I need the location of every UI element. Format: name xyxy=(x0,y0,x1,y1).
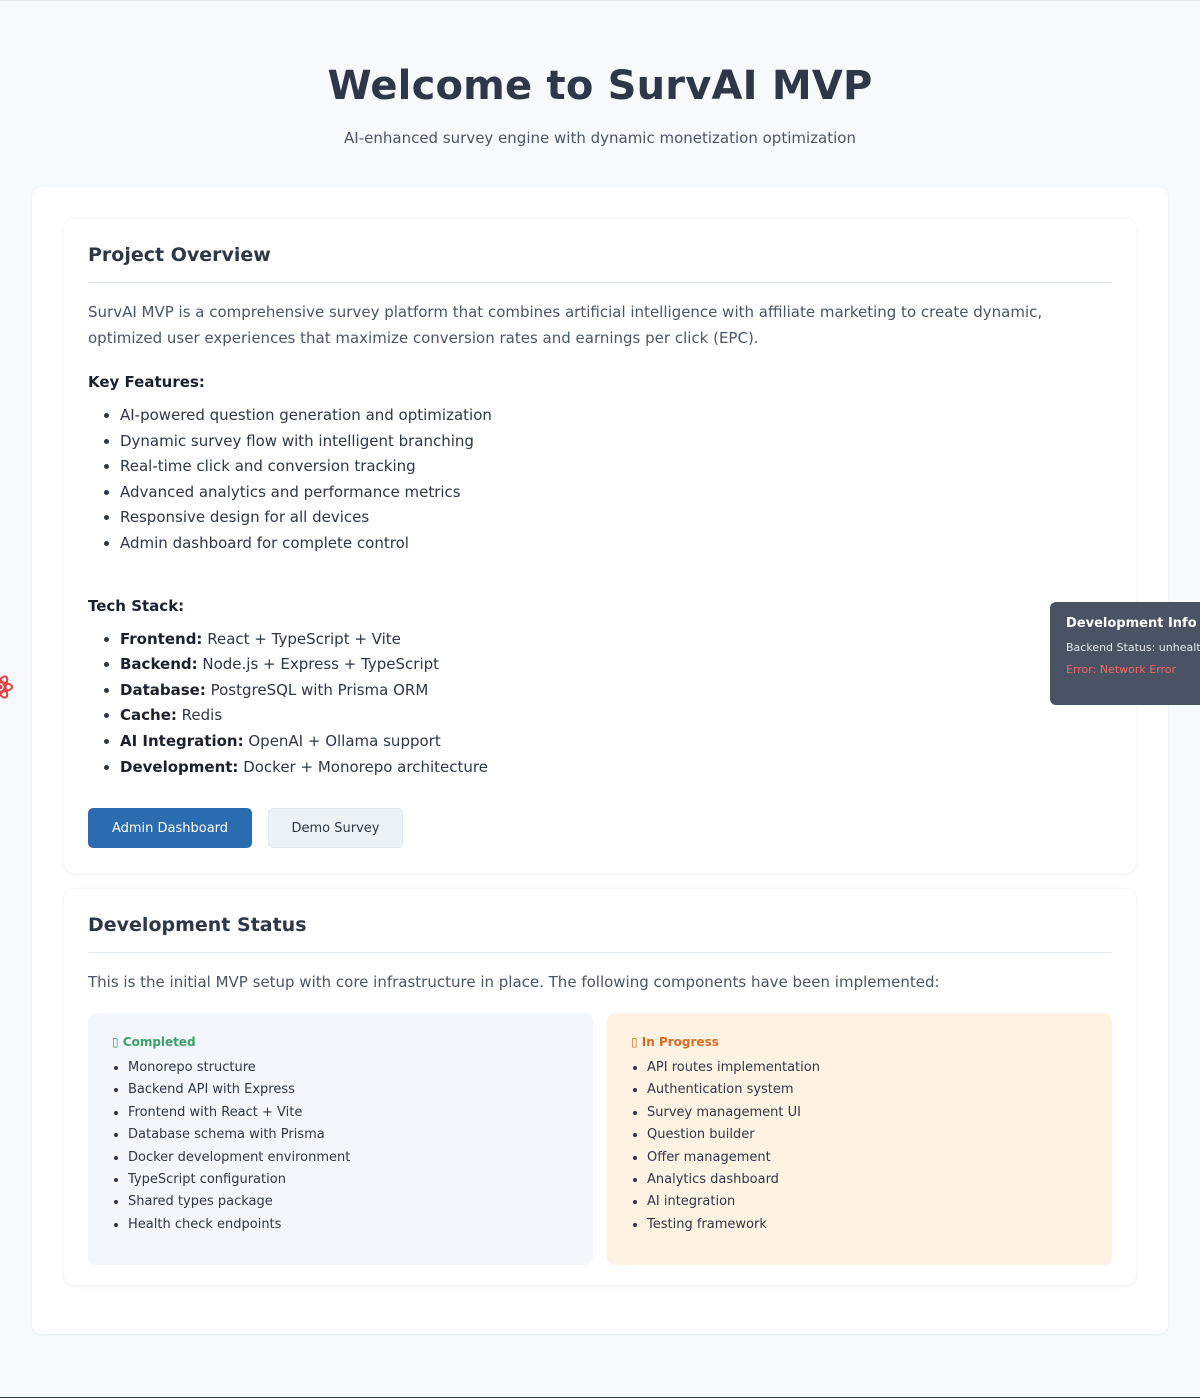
list-item: AI integration xyxy=(647,1191,1088,1213)
list-item: Health check endpoints xyxy=(128,1214,569,1236)
tech-item-label: Database: xyxy=(120,680,206,699)
key-features-list: AI-powered question generation and optim… xyxy=(88,403,1112,557)
feature-item: Real-time click and conversion tracking xyxy=(120,454,1112,480)
react-atom-icon-graphic xyxy=(0,675,13,699)
list-item: Backend API with Express xyxy=(128,1079,569,1101)
page-subtitle: AI-enhanced survey engine with dynamic m… xyxy=(344,129,856,147)
tech-item-value: React + TypeScript + Vite xyxy=(207,629,401,648)
tech-item: Development: Docker + Monorepo architect… xyxy=(120,755,1112,781)
feature-item: Admin dashboard for complete control xyxy=(120,531,1112,557)
project-overview-intro: SurvAI MVP is a comprehensive survey pla… xyxy=(88,303,1043,347)
feature-item: AI-powered question generation and optim… xyxy=(120,403,1112,429)
list-item: Frontend with React + Vite xyxy=(128,1102,569,1124)
completed-list: Monorepo structure Backend API with Expr… xyxy=(112,1057,569,1236)
feature-item: Advanced analytics and performance metri… xyxy=(120,480,1112,506)
list-item: Testing framework xyxy=(647,1214,1088,1236)
tech-item: AI Integration: OpenAI + Ollama support xyxy=(120,729,1112,755)
development-info-title: Development Info xyxy=(1066,616,1197,631)
tech-item-label: Development: xyxy=(120,757,239,776)
list-item: Shared types package xyxy=(128,1191,569,1213)
tech-item-value: Redis xyxy=(181,706,223,725)
completed-box: ▯ Completed Monorepo structure Backend A… xyxy=(88,1013,593,1265)
tech-item-value: PostgreSQL with Prisma ORM xyxy=(210,680,429,699)
tech-item-value: Docker + Monorepo architecture xyxy=(243,757,488,776)
list-item: Survey management UI xyxy=(647,1102,1088,1124)
tech-item: Backend: Node.js + Express + TypeScript xyxy=(120,652,1112,678)
list-item: Question builder xyxy=(647,1124,1088,1146)
tech-item-label: Cache: xyxy=(120,706,177,725)
hero-header: Welcome to SurvAI MVP AI-enhanced survey… xyxy=(0,1,1200,147)
feature-item: Responsive design for all devices xyxy=(120,505,1112,531)
development-info-panel: Development Info Backend Status: unhealt… xyxy=(1050,602,1200,705)
completed-title: ▯ Completed xyxy=(112,1035,196,1049)
list-item: API routes implementation xyxy=(647,1057,1088,1079)
tech-stack-list: Frontend: React + TypeScript + Vite Back… xyxy=(88,627,1112,781)
tech-item-label: Frontend: xyxy=(120,629,203,648)
development-status-card: Development Status This is the initial M… xyxy=(64,889,1136,1285)
status-grid: ▯ Completed Monorepo structure Backend A… xyxy=(88,1013,1112,1265)
tech-item-value: OpenAI + Ollama support xyxy=(248,731,441,750)
admin-dashboard-button[interactable]: Admin Dashboard xyxy=(88,808,252,849)
list-item: Database schema with Prisma xyxy=(128,1124,569,1146)
development-status-heading: Development Status xyxy=(88,889,1112,953)
development-status-intro: This is the initial MVP setup with core … xyxy=(88,973,940,991)
action-buttons: Admin Dashboard Demo Survey xyxy=(88,808,1112,849)
tech-item-label: Backend: xyxy=(120,655,198,674)
in-progress-list: API routes implementation Authentication… xyxy=(631,1057,1088,1236)
in-progress-box: ▯ In Progress API routes implementation … xyxy=(607,1013,1112,1265)
main-container: Project Overview SurvAI MVP is a compreh… xyxy=(32,187,1168,1334)
tech-item-label: AI Integration: xyxy=(120,731,244,750)
list-item: Analytics dashboard xyxy=(647,1169,1088,1191)
backend-status-text: Backend Status: unhealthy xyxy=(1066,641,1200,654)
demo-survey-button[interactable]: Demo Survey xyxy=(268,808,403,849)
feature-item: Dynamic survey flow with intelligent bra… xyxy=(120,429,1112,455)
key-features-heading: Key Features: xyxy=(88,373,205,391)
in-progress-title: ▯ In Progress xyxy=(631,1035,719,1049)
tech-item: Frontend: React + TypeScript + Vite xyxy=(120,627,1112,653)
react-atom-icon[interactable] xyxy=(0,673,14,701)
list-item: Monorepo structure xyxy=(128,1057,569,1079)
project-overview-card: Project Overview SurvAI MVP is a compreh… xyxy=(64,219,1136,873)
list-item: Offer management xyxy=(647,1147,1088,1169)
project-overview-heading: Project Overview xyxy=(88,219,1112,283)
tech-stack-heading: Tech Stack: xyxy=(88,596,185,615)
list-item: Docker development environment xyxy=(128,1147,569,1169)
list-item: Authentication system xyxy=(647,1079,1088,1101)
tech-item-value: Node.js + Express + TypeScript xyxy=(202,655,440,674)
tech-item: Database: PostgreSQL with Prisma ORM xyxy=(120,678,1112,704)
list-item: TypeScript configuration xyxy=(128,1169,569,1191)
tech-item: Cache: Redis xyxy=(120,703,1112,729)
error-text: Error: Network Error xyxy=(1066,663,1177,676)
page-title: Welcome to SurvAI MVP xyxy=(327,63,873,109)
